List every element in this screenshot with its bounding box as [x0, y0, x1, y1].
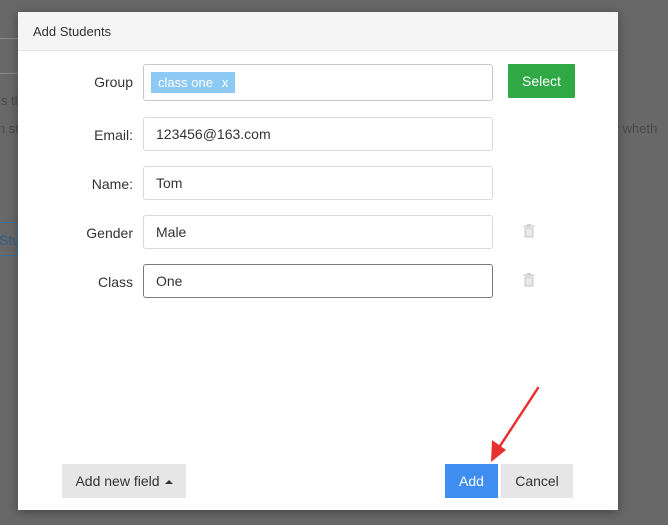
email-field[interactable]: 123456@163.com	[143, 117, 493, 151]
email-label: Email:	[94, 127, 133, 143]
name-label: Name:	[91, 176, 133, 192]
trash-icon[interactable]	[522, 224, 536, 238]
background-text: n st	[0, 121, 19, 136]
group-tag-input[interactable]: class one x	[143, 64, 493, 101]
group-tag: class one x	[151, 72, 236, 93]
group-label: Group	[94, 74, 133, 90]
gender-field[interactable]: Male	[143, 215, 493, 249]
background-students-button: Stu	[0, 222, 18, 256]
group-tag-label: class one	[158, 75, 213, 90]
dialog-title: Add Students	[33, 24, 112, 39]
background-panel-edge	[0, 73, 18, 74]
trash-icon[interactable]	[522, 273, 536, 287]
select-group-button[interactable]: Select	[508, 64, 575, 98]
background-divider	[0, 38, 18, 39]
add-new-field-label: Add new field	[75, 473, 160, 489]
class-label: Class	[97, 274, 133, 290]
add-new-field-button[interactable]: Add new field	[62, 464, 186, 498]
background-text: is tl	[0, 93, 18, 108]
caret-up-icon	[164, 480, 173, 484]
add-button[interactable]: Add	[445, 464, 498, 498]
add-students-dialog: Add Students Group class one x Select Ema…	[18, 12, 618, 510]
tag-remove-button[interactable]: x	[222, 75, 229, 90]
cancel-button[interactable]: Cancel	[501, 464, 573, 498]
dialog-header: Add Students	[18, 12, 618, 51]
name-field[interactable]: Tom	[143, 166, 493, 200]
gender-label: Gender	[86, 225, 133, 241]
class-field[interactable]: One	[143, 264, 493, 298]
